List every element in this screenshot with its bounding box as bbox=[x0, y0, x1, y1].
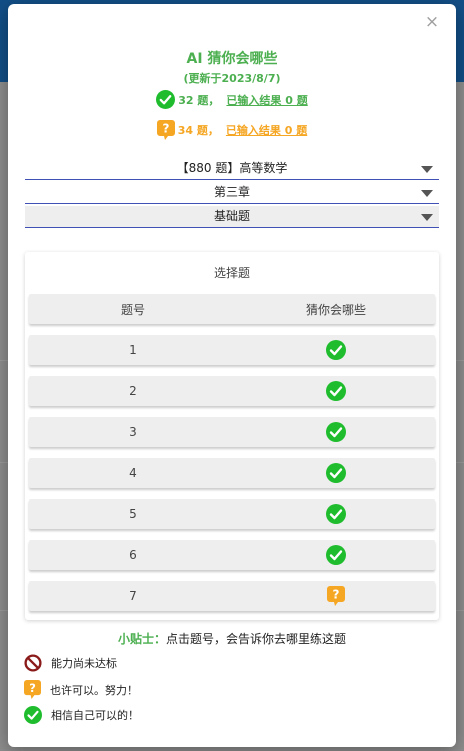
chapter-select-value: 第三章 bbox=[213, 185, 250, 199]
question-bubble-icon: ? bbox=[327, 586, 345, 606]
legend-label: 能力尚未达标 bbox=[51, 657, 117, 670]
question-number[interactable]: 1 bbox=[29, 343, 237, 357]
question-number[interactable]: 7 bbox=[29, 589, 237, 603]
update-date: (更新于2023/8/7) bbox=[183, 72, 281, 85]
check-circle-icon bbox=[326, 422, 346, 442]
close-button[interactable]: × bbox=[422, 12, 442, 32]
svg-text:?: ? bbox=[29, 681, 36, 695]
check-circle-icon bbox=[326, 463, 346, 483]
mastered-results-link[interactable]: 已输入结果 0 题 bbox=[226, 92, 307, 108]
book-select-value: 【880 题】高等数学 bbox=[176, 161, 288, 175]
question-number[interactable]: 2 bbox=[29, 384, 237, 398]
chevron-down-icon bbox=[421, 214, 433, 221]
maybe-stat: ? 34 题， 已输入结果 0 题 bbox=[8, 120, 456, 140]
question-bubble-icon: ? bbox=[156, 120, 175, 140]
book-select[interactable]: 【880 题】高等数学 bbox=[25, 158, 439, 180]
question-number[interactable]: 5 bbox=[29, 507, 237, 521]
maybe-count: 34 题， bbox=[177, 124, 219, 137]
table-row[interactable]: 5 bbox=[29, 499, 435, 529]
prohibited-icon bbox=[24, 654, 42, 672]
question-table-card: 选择题 题号 猜你会哪些 1 2 3 4 5 6 7 ? bbox=[25, 252, 439, 620]
level-select[interactable]: 基础题 bbox=[25, 206, 439, 228]
check-circle-icon bbox=[326, 381, 346, 401]
svg-text:?: ? bbox=[162, 122, 169, 136]
tip: 小贴士：点击题号，会告诉你去哪里练这题 bbox=[8, 630, 456, 647]
section-title: 选择题 bbox=[213, 266, 250, 280]
table-header-row: 题号 猜你会哪些 bbox=[29, 294, 435, 324]
chapter-select[interactable]: 第三章 bbox=[25, 182, 439, 204]
question-number[interactable]: 6 bbox=[29, 548, 237, 562]
check-circle-icon bbox=[326, 340, 346, 360]
svg-text:?: ? bbox=[333, 588, 340, 602]
table-row[interactable]: 4 bbox=[29, 458, 435, 488]
chevron-down-icon bbox=[421, 166, 433, 173]
column-header-guess: 猜你会哪些 bbox=[305, 302, 366, 317]
tip-text: 点击题号，会告诉你去哪里练这题 bbox=[166, 632, 347, 646]
tip-label: 小贴士： bbox=[117, 632, 166, 646]
column-header-number: 题号 bbox=[120, 302, 145, 317]
level-select-value: 基础题 bbox=[213, 209, 250, 223]
check-circle-icon bbox=[326, 504, 346, 524]
legend-item-confident: 相信自己可以的！ bbox=[24, 706, 139, 724]
check-circle-icon bbox=[24, 706, 42, 724]
question-bubble-icon: ? bbox=[24, 680, 41, 699]
table-row[interactable]: 3 bbox=[29, 417, 435, 447]
check-circle-icon bbox=[326, 545, 346, 565]
table-row[interactable]: 1 bbox=[29, 335, 435, 365]
legend-item-maybe: ? 也许可以。努力！ bbox=[24, 680, 138, 699]
chevron-down-icon bbox=[421, 190, 433, 197]
ai-guess-modal: × AI 猜你会哪些 (更新于2023/8/7) 32 题， 已输入结果 0 题… bbox=[8, 4, 456, 747]
question-number[interactable]: 3 bbox=[29, 425, 237, 439]
table-row[interactable]: 7 ? bbox=[29, 581, 435, 611]
table-row[interactable]: 6 bbox=[29, 540, 435, 570]
question-number[interactable]: 4 bbox=[29, 466, 237, 480]
maybe-results-link[interactable]: 已输入结果 0 题 bbox=[226, 122, 307, 138]
mastered-count: 32 题， bbox=[178, 93, 220, 107]
check-circle-icon bbox=[156, 90, 176, 109]
modal-title: AI 猜你会哪些 bbox=[186, 51, 278, 67]
legend-label: 也许可以。努力！ bbox=[50, 683, 138, 697]
table-row[interactable]: 2 bbox=[29, 376, 435, 406]
legend-label: 相信自己可以的！ bbox=[51, 709, 139, 722]
mastered-stat: 32 题， 已输入结果 0 题 bbox=[8, 90, 456, 109]
legend-item-not-ready: 能力尚未达标 bbox=[24, 654, 117, 672]
